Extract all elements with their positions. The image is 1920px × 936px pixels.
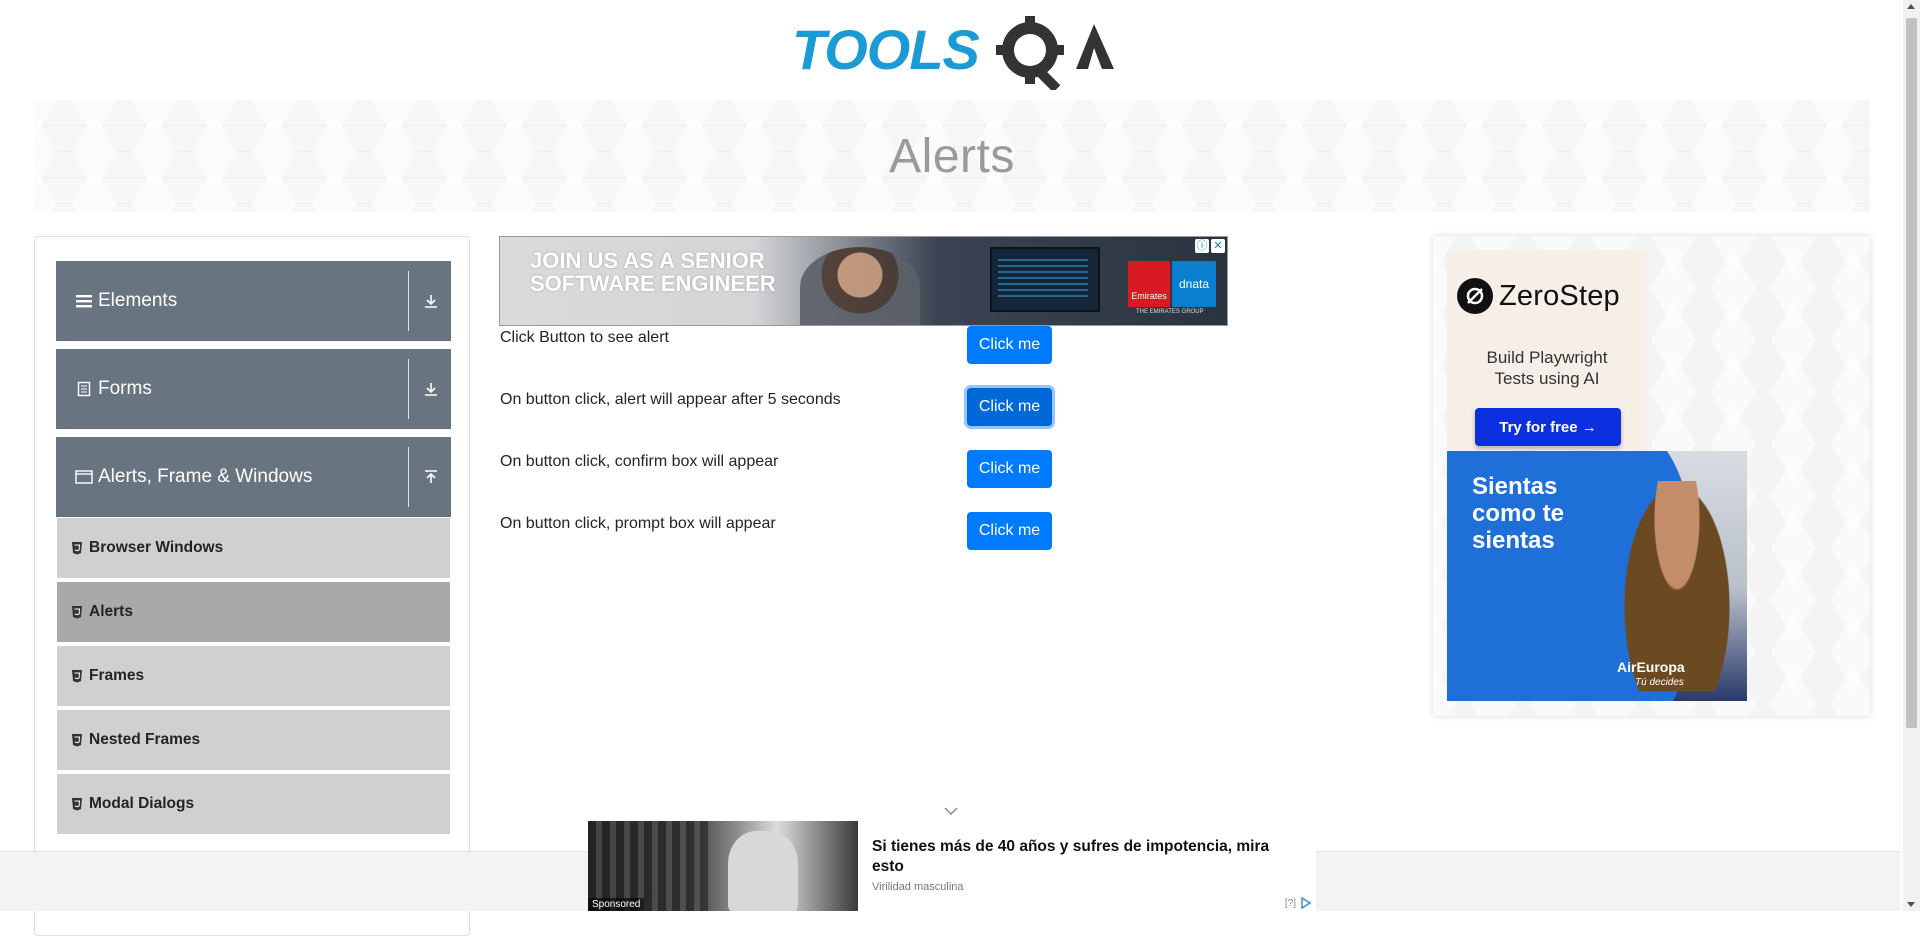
zerostep-ad[interactable]: ZeroStep Build Playwright Tests using AI…: [1447, 250, 1647, 450]
html5-icon: [71, 733, 83, 747]
chevron-down-icon[interactable]: [943, 804, 959, 816]
divider: [408, 447, 409, 507]
ad-monitor-image: [990, 247, 1100, 312]
html5-icon: [71, 797, 83, 811]
top-banner-ad[interactable]: JOIN US AS A SENIOR SOFTWARE ENGINEER Em…: [499, 236, 1228, 326]
sidebar-item-nested-frames[interactable]: Nested Frames: [57, 710, 450, 772]
emirates-logo: Emirates: [1128, 261, 1170, 307]
sidebar-item-label: Modal Dialogs: [89, 795, 195, 812]
ad-person-image: [800, 247, 920, 325]
html5-icon: [71, 541, 83, 555]
download-arrow-icon[interactable]: [419, 377, 443, 401]
toolsqa-logo-svg: TOOLS: [792, 16, 1114, 90]
window-icon: [74, 467, 94, 487]
divider: [408, 271, 409, 331]
prompt-button[interactable]: Click me: [967, 512, 1052, 550]
ad-info-icon[interactable]: ⓘ: [1195, 239, 1209, 253]
aireuropa-headline: Sientas como te sientas: [1472, 473, 1565, 554]
ad-close-icon[interactable]: ✕: [1211, 239, 1225, 253]
sidebar-item-frames[interactable]: Frames: [57, 646, 450, 708]
zerostep-mark-icon: [1457, 278, 1493, 314]
sidebar-group-label: Elements: [98, 289, 178, 311]
ad-headline: JOIN US AS A SENIOR SOFTWARE ENGINEER: [530, 248, 776, 296]
toolsqa-logo[interactable]: TOOLS: [792, 14, 1114, 90]
html5-icon: [71, 669, 83, 683]
vertical-scrollbar[interactable]: [1903, 0, 1920, 911]
sponsored-ad[interactable]: Sponsored Si tienes más de 40 años y suf…: [588, 821, 1316, 911]
timer-alert-button[interactable]: Click me: [967, 388, 1052, 426]
sponsored-title[interactable]: Si tienes más de 40 años y sufres de imp…: [872, 837, 1302, 877]
zerostep-tagline: Build Playwright Tests using AI: [1486, 348, 1608, 388]
divider: [408, 359, 409, 419]
sidebar-group-label: Forms: [98, 377, 152, 399]
sidebar-item-alerts[interactable]: Alerts: [57, 582, 450, 644]
logo-letter-a: [1076, 24, 1114, 69]
right-sidebar-ad: ZeroStep Build Playwright Tests using AI…: [1433, 236, 1870, 716]
adchoices-icon: [1301, 897, 1312, 909]
sidebar-item-label: Frames: [89, 667, 145, 684]
logo-text-tools: TOOLS: [792, 18, 980, 81]
scroll-up-arrow-icon[interactable]: [1907, 4, 1915, 9]
upload-arrow-icon[interactable]: [419, 465, 443, 489]
alert-button[interactable]: Click me: [967, 326, 1052, 364]
ad-subtext: THE EMIRATES GROUP: [1136, 309, 1204, 315]
sponsored-ad-image: Sponsored: [588, 821, 858, 911]
sidebar-item-label: Browser Windows: [89, 539, 224, 556]
ad-choices: ⓘ ✕: [1195, 239, 1225, 253]
gear-magnifier-icon: [996, 16, 1064, 90]
aireuropa-logo: AirEuropa: [1617, 659, 1685, 675]
zerostep-logo: ZeroStep: [1457, 278, 1620, 314]
sidebar-item-browser-windows[interactable]: Browser Windows: [57, 518, 450, 580]
page-banner: Alerts: [34, 100, 1870, 212]
sidebar-item-label: Alerts: [89, 603, 133, 620]
sidebar-group-alerts-frame-windows[interactable]: Alerts, Frame & Windows: [56, 437, 451, 517]
document-icon: [74, 379, 94, 399]
dnata-logo: dnata: [1172, 261, 1216, 307]
sidebar-group-label: Alerts, Frame & Windows: [98, 465, 313, 487]
sponsored-info[interactable]: [?]: [1285, 897, 1312, 909]
confirm-button[interactable]: Click me: [967, 450, 1052, 488]
try-for-free-button[interactable]: Try for free →: [1475, 408, 1621, 446]
ad-brand-logos: Emirates dnata: [1128, 261, 1218, 307]
sidebar-item-label: Nested Frames: [89, 731, 201, 748]
left-navigation-panel: Elements Forms Alerts, Frame & Windows B…: [34, 236, 470, 936]
html5-icon: [71, 605, 83, 619]
aireuropa-ad[interactable]: Sientas como te sientas AirEuropa Tú dec…: [1447, 451, 1747, 701]
sidebar-group-forms[interactable]: Forms: [56, 349, 451, 429]
aireuropa-slogan: Tú decides: [1635, 677, 1684, 688]
page-title: Alerts: [889, 129, 1015, 183]
sponsored-source: Virilidad masculina: [872, 881, 964, 893]
sidebar-item-modal-dialogs[interactable]: Modal Dialogs: [57, 774, 450, 836]
ad-help-link[interactable]: [?]: [1285, 898, 1296, 909]
download-arrow-icon[interactable]: [419, 289, 443, 313]
sponsored-label: Sponsored: [588, 898, 645, 911]
sidebar-group-elements[interactable]: Elements: [56, 261, 451, 341]
scrollbar-thumb[interactable]: [1906, 18, 1917, 728]
hamburger-icon: [74, 291, 94, 311]
scroll-down-arrow-icon[interactable]: [1907, 902, 1915, 907]
zerostep-name: ZeroStep: [1499, 279, 1620, 312]
